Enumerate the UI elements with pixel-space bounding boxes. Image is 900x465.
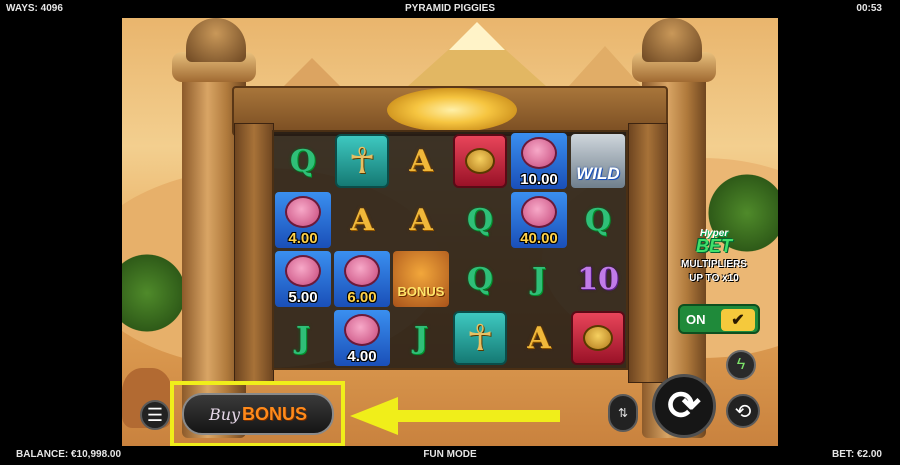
pig-icon — [344, 255, 380, 287]
lightning-icon: ϟ — [736, 356, 746, 373]
symbol-q: Q — [584, 202, 612, 238]
symbol-q: Q — [466, 202, 494, 238]
mode-label: FUN MODE — [423, 449, 477, 460]
symbol-scarab — [451, 132, 509, 190]
pig-icon — [344, 314, 380, 346]
top-info-bar: WAYS: 4096 PYRAMID PIGGIES 00:53 — [0, 0, 900, 18]
pig-icon — [285, 255, 321, 287]
coin-stack-icon: ⇅ — [617, 405, 629, 420]
winged-eye-emblem — [387, 88, 517, 132]
bottom-info-bar: BALANCE: €10,998.00 FUN MODE BET: €2.00 — [0, 446, 900, 465]
symbol-scarab — [569, 309, 627, 367]
reel-grid: Q ☥ A 10.00 WILD 4.00 A A Q 40.00 Q 5.00… — [272, 130, 628, 370]
autoplay-button[interactable]: ⟲ — [726, 394, 760, 428]
pointer-arrow-icon — [350, 397, 560, 435]
symbol-a: A — [350, 202, 374, 238]
symbol-pig-multiplier: 4.00 — [333, 309, 391, 367]
pig-icon — [521, 196, 557, 228]
pig-icon — [285, 196, 321, 228]
symbol-pig-multiplier: 6.00 — [333, 250, 391, 308]
pyramid-capstone — [449, 22, 505, 50]
autoplay-icon: ⟲ — [734, 400, 752, 423]
game-title: PYRAMID PIGGIES — [404, 3, 495, 14]
symbol-a: A — [527, 320, 551, 356]
scarab-icon — [465, 148, 495, 174]
bet-amount: BET: €2.00 — [831, 449, 882, 460]
symbol-j: J — [413, 320, 429, 356]
symbol-pig-multiplier: 10.00 — [510, 132, 568, 190]
clock: 00:53 — [856, 3, 882, 14]
symbol-a: A — [409, 202, 433, 238]
symbol-ten: 10 — [577, 261, 619, 297]
symbol-ankh: ☥ — [451, 309, 509, 367]
hyper-bet-panel: Hyper BET MULTIPLIERS UP TO x10 — [674, 228, 754, 285]
turbo-button[interactable]: ϟ — [726, 350, 756, 380]
symbol-bonus: BONUS — [392, 250, 450, 308]
reel-frame-left — [234, 123, 274, 383]
hamburger-icon: ☰ — [146, 404, 164, 425]
symbol-q: Q — [289, 143, 317, 179]
hyper-bet-toggle[interactable]: ON ✔ — [678, 304, 760, 334]
symbol-wild: WILD — [569, 132, 627, 190]
symbol-a: A — [409, 143, 433, 179]
symbol-ankh: ☥ — [333, 132, 391, 190]
pig-statue — [186, 18, 246, 62]
pig-statue — [642, 18, 702, 62]
symbol-q: Q — [466, 261, 494, 297]
stake-button[interactable]: ⇅ — [608, 394, 638, 432]
multipliers-label: MULTIPLIERS — [681, 259, 747, 270]
symbol-pig-multiplier: 5.00 — [274, 250, 332, 308]
reel-frame-right — [628, 123, 668, 383]
toggle-state: ON — [686, 312, 706, 327]
buy-bonus-highlight-box — [170, 381, 345, 447]
menu-button[interactable]: ☰ — [140, 400, 170, 430]
checkmark-icon: ✔ — [721, 309, 755, 331]
symbol-pig-multiplier: 4.00 — [274, 191, 332, 249]
bet-label: BET — [696, 236, 732, 256]
pig-icon — [521, 137, 557, 169]
symbol-j: J — [531, 261, 547, 297]
spin-button[interactable]: ⟳ — [652, 374, 716, 438]
spin-icon: ⟳ — [667, 384, 701, 428]
multipliers-range: UP TO x10 — [689, 273, 739, 284]
symbol-pig-multiplier: 40.00 — [510, 191, 568, 249]
symbol-j: J — [295, 320, 311, 356]
scarab-icon — [583, 325, 613, 351]
